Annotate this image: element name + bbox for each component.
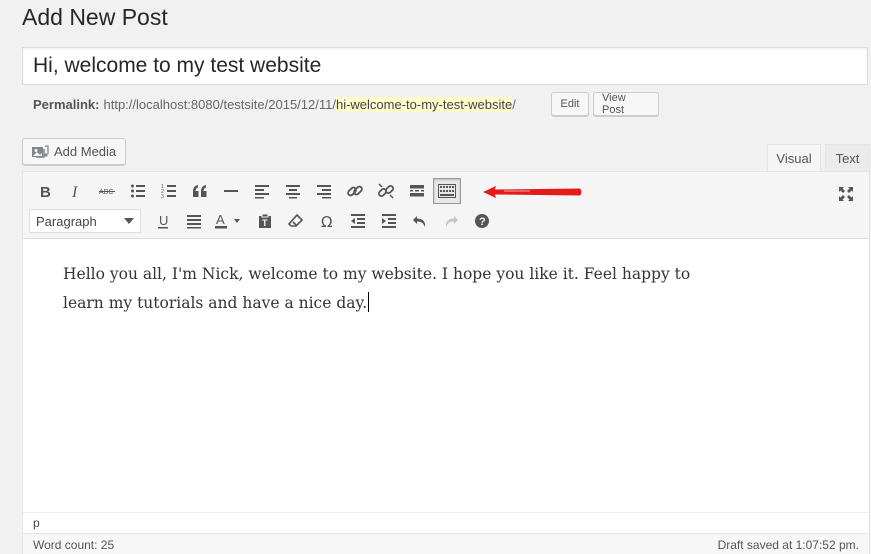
svg-text:I: I <box>71 184 78 199</box>
align-left-icon[interactable] <box>246 177 277 205</box>
horizontal-line-icon[interactable] <box>215 177 246 205</box>
text-caret <box>368 292 370 312</box>
undo-icon[interactable] <box>404 207 435 235</box>
editor-content-area[interactable]: Hello you all, I'm Nick, welcome to my w… <box>23 240 869 512</box>
editor-toolbar: B I ABC 123 Paragraph U A T Ω ? <box>23 172 869 239</box>
paste-as-text-icon[interactable]: T <box>249 207 280 235</box>
view-post-button[interactable]: View Post <box>593 92 659 116</box>
tab-visual[interactable]: Visual <box>767 144 821 172</box>
read-more-icon[interactable] <box>401 177 432 205</box>
element-path: p <box>23 512 869 532</box>
underline-icon[interactable]: U <box>147 207 178 235</box>
element-path-item[interactable]: p <box>33 516 40 530</box>
svg-text:Ω: Ω <box>321 213 332 229</box>
align-right-icon[interactable] <box>308 177 339 205</box>
paragraph-line-1: Hello you all, I'm Nick, welcome to my w… <box>63 265 691 283</box>
svg-text:U: U <box>159 213 168 228</box>
toolbar-row-1: B I ABC 123 <box>29 177 462 205</box>
redo-icon[interactable] <box>435 207 466 235</box>
svg-text:B: B <box>40 184 51 199</box>
post-title-field[interactable] <box>22 47 868 85</box>
add-media-button[interactable]: Add Media <box>22 138 126 165</box>
svg-text:3: 3 <box>161 194 164 199</box>
special-character-icon[interactable]: Ω <box>311 207 342 235</box>
text-color-icon[interactable]: A <box>209 207 249 235</box>
media-icon <box>31 144 49 160</box>
word-count: Word count: 25 <box>33 537 115 552</box>
edit-permalink-button[interactable]: Edit <box>551 92 589 116</box>
chevron-down-icon <box>124 218 134 224</box>
numbered-list-icon[interactable]: 123 <box>153 177 184 205</box>
add-media-label: Add Media <box>54 144 117 159</box>
annotation-arrow-icon <box>483 186 582 198</box>
svg-text:A: A <box>216 212 225 227</box>
paragraph-line-2: learn my tutorials and have a nice day. <box>63 294 368 312</box>
post-title-input[interactable] <box>23 48 867 84</box>
help-icon[interactable]: ? <box>466 207 497 235</box>
toolbar-toggle-icon[interactable] <box>433 178 461 204</box>
align-center-icon[interactable] <box>277 177 308 205</box>
editor: B I ABC 123 Paragraph U A T Ω ? Hello yo… <box>22 171 870 554</box>
remove-link-icon[interactable] <box>370 177 401 205</box>
fullscreen-icon[interactable] <box>830 180 861 208</box>
svg-text:ABC: ABC <box>99 189 113 196</box>
permalink-slug[interactable]: hi-welcome-to-my-test-website <box>335 96 513 112</box>
toolbar-row-2: Paragraph U A T Ω ? <box>29 207 497 235</box>
bulleted-list-icon[interactable] <box>122 177 153 205</box>
strikethrough-icon[interactable]: ABC <box>91 177 122 205</box>
blockquote-icon[interactable] <box>184 177 215 205</box>
format-select-value: Paragraph <box>36 213 97 229</box>
editor-paragraph[interactable]: Hello you all, I'm Nick, welcome to my w… <box>63 260 723 318</box>
justify-icon[interactable] <box>178 207 209 235</box>
clear-formatting-icon[interactable] <box>280 207 311 235</box>
italic-icon[interactable]: I <box>60 177 91 205</box>
svg-text:?: ? <box>479 216 486 228</box>
permalink-label: Permalink: <box>33 96 100 112</box>
tab-text[interactable]: Text <box>825 144 870 172</box>
permalink-base: http://localhost:8080/testsite/2015/12/1… <box>103 96 336 112</box>
svg-text:T: T <box>262 218 268 228</box>
insert-link-icon[interactable] <box>339 177 370 205</box>
permalink: Permalink: http://localhost:8080/testsit… <box>33 93 516 115</box>
outdent-icon[interactable] <box>342 207 373 235</box>
editor-status-bar: Word count: 25 Draft saved at 1:07:52 pm… <box>23 533 869 554</box>
indent-icon[interactable] <box>373 207 404 235</box>
draft-status: Draft saved at 1:07:52 pm. <box>717 537 859 552</box>
permalink-trailing: / <box>512 96 516 112</box>
bold-icon[interactable]: B <box>29 177 60 205</box>
format-select[interactable]: Paragraph <box>29 209 141 233</box>
page-title: Add New Post <box>22 4 168 30</box>
